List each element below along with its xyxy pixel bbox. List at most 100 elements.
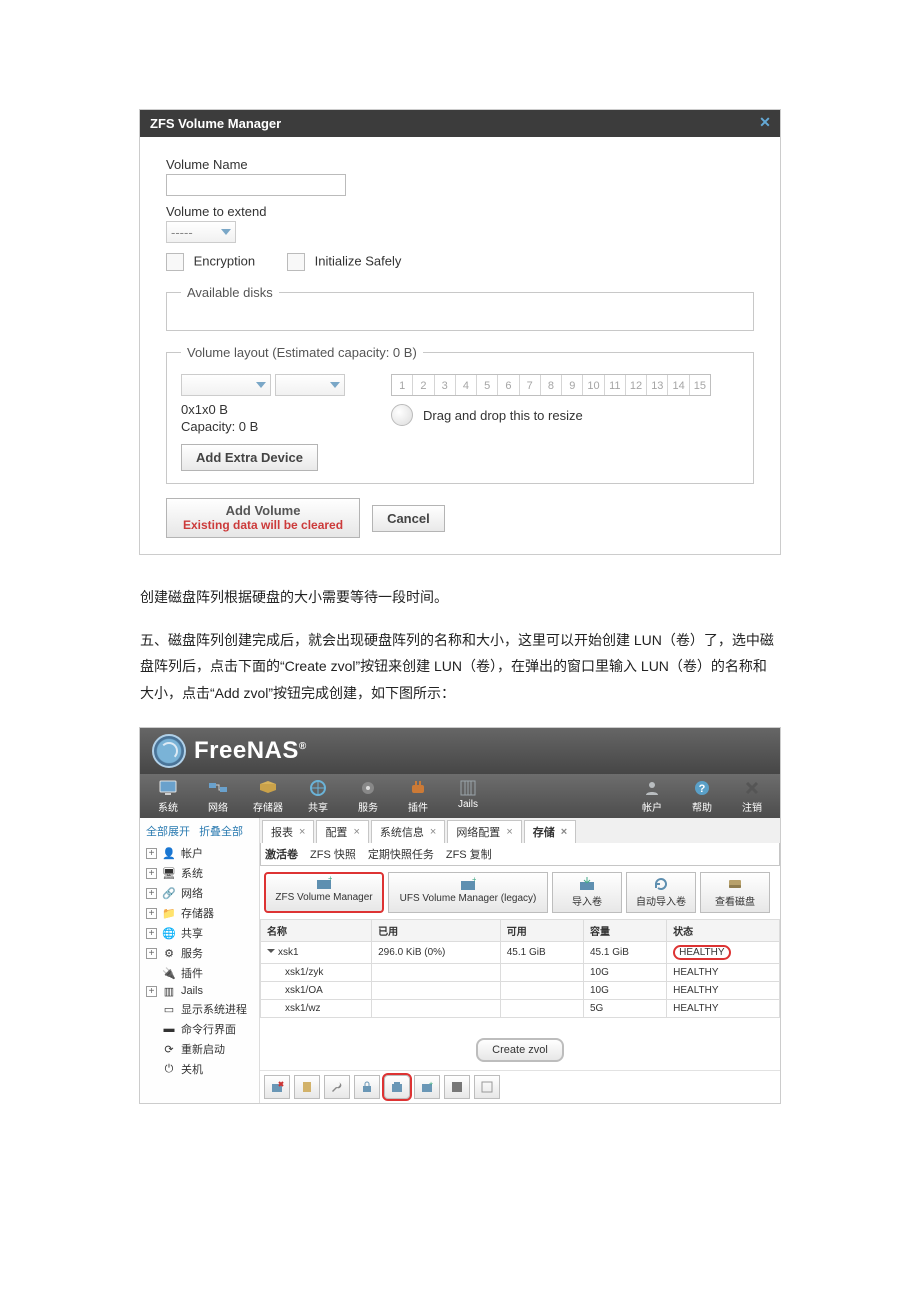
zvol-icon	[390, 1080, 404, 1094]
subtab-periodic[interactable]: 定期快照任务	[368, 846, 434, 862]
sidebar: 全部展开 折叠全部 +👤帐户 +🖥系统 +🔗网络 +📁存储器 +🌐共享 +⚙服务…	[140, 818, 260, 1103]
col-cap[interactable]: 容量	[583, 920, 666, 942]
tree-item-storage[interactable]: +📁存储器	[146, 903, 253, 923]
resize-handle-icon[interactable]	[391, 404, 413, 426]
storage-icon	[257, 778, 279, 798]
doc-paragraph-1: 创建磁盘阵列根据硬盘的大小需要等待一段时间。	[140, 584, 780, 611]
svg-text:+: +	[472, 877, 476, 884]
tool-account[interactable]: 帐户	[630, 778, 674, 814]
disk-slot-track[interactable]: 1 2 3 4 5 6 7 8 9 10 11 12 13 14	[391, 374, 711, 396]
help-icon: ?	[691, 778, 713, 798]
close-icon[interactable]: ×	[430, 826, 436, 838]
close-icon[interactable]: ✕	[756, 114, 774, 132]
layout-width-select[interactable]	[275, 374, 345, 396]
tool-network[interactable]: 网络	[196, 778, 240, 814]
close-icon[interactable]: ×	[353, 826, 359, 838]
add-volume-warning: Existing data will be cleared	[183, 518, 343, 532]
subtab-active-volume[interactable]: 激活卷	[265, 846, 298, 862]
tree-item-system[interactable]: +🖥系统	[146, 863, 253, 883]
expand-icon[interactable]: +	[146, 948, 157, 959]
layout-type-select[interactable]	[181, 374, 271, 396]
cmd-zfs-volume-manager[interactable]: + ZFS Volume Manager	[264, 872, 384, 913]
tool-logout[interactable]: 注销	[730, 778, 774, 814]
tab-settings[interactable]: 配置×	[316, 820, 368, 843]
volume-extend-select[interactable]: -----	[166, 221, 236, 243]
subtab-zfs-repl[interactable]: ZFS 复制	[446, 846, 492, 862]
tool-jails[interactable]: Jails	[446, 778, 490, 814]
expand-icon[interactable]: +	[146, 986, 157, 997]
expand-icon[interactable]: +	[146, 848, 157, 859]
expand-icon[interactable]: +	[146, 908, 157, 919]
layout-grid-value: 0x1x0 B	[181, 402, 371, 417]
cancel-button[interactable]: Cancel	[372, 505, 445, 532]
cmd-view-disks[interactable]: 查看磁盘	[700, 872, 770, 913]
tool-system[interactable]: 系统	[146, 778, 190, 814]
status-badge: HEALTHY	[673, 945, 730, 960]
add-volume-button[interactable]: Add Volume Existing data will be cleared	[166, 498, 360, 538]
collapse-caret-icon[interactable]	[267, 949, 275, 957]
expand-icon[interactable]: +	[146, 868, 157, 879]
tree-item-sysproc[interactable]: ▭显示系统进程	[146, 999, 253, 1019]
tree-item-cli[interactable]: ▬命令行界面	[146, 1019, 253, 1039]
view-status-button[interactable]	[474, 1075, 500, 1099]
bottom-actions: +	[260, 1070, 780, 1103]
tool-storage[interactable]: 存储器	[246, 778, 290, 814]
tree-item-share[interactable]: +🌐共享	[146, 923, 253, 943]
scrub-icon	[300, 1080, 314, 1094]
tree-item-reboot[interactable]: ⟳重新启动	[146, 1039, 253, 1059]
tab-sysinfo[interactable]: 系统信息×	[371, 820, 445, 843]
tool-plugins[interactable]: 插件	[396, 778, 440, 814]
view-disks-icon	[727, 877, 743, 891]
permissions-icon	[360, 1080, 374, 1094]
init-safely-checkbox[interactable]	[287, 253, 305, 271]
add-extra-device-button[interactable]: Add Extra Device	[181, 444, 318, 471]
tool-help[interactable]: ? 帮助	[680, 778, 724, 814]
cmd-import-volume[interactable]: 导入卷	[552, 872, 622, 913]
status-icon	[480, 1080, 494, 1094]
tool-share[interactable]: 共享	[296, 778, 340, 814]
scrub-button[interactable]	[294, 1075, 320, 1099]
create-zvol-button[interactable]: Create zvol	[476, 1038, 564, 1062]
permissions-button[interactable]	[354, 1075, 380, 1099]
tree-item-plugins[interactable]: 🔌插件	[146, 963, 253, 983]
subtab-zfs-snapshot[interactable]: ZFS 快照	[310, 846, 356, 862]
col-used[interactable]: 已用	[372, 920, 501, 942]
table-row[interactable]: xsk1/zyk 10G HEALTHY	[261, 964, 780, 982]
zfs-volume-manager-dialog: ZFS Volume Manager ✕ Volume Name Volume …	[140, 110, 780, 554]
expand-all-link[interactable]: 全部展开	[146, 826, 190, 838]
close-icon[interactable]: ×	[299, 826, 305, 838]
volume-grid: 名称 已用 可用 容量 状态 xsk1 296.0 KiB (0%) 45.1 …	[260, 919, 780, 1018]
col-avail[interactable]: 可用	[500, 920, 583, 942]
collapse-all-link[interactable]: 折叠全部	[199, 826, 243, 838]
change-perm-button[interactable]	[444, 1075, 470, 1099]
cmd-ufs-volume-manager[interactable]: + UFS Volume Manager (legacy)	[388, 872, 548, 913]
expand-icon[interactable]: +	[146, 928, 157, 939]
tool-services[interactable]: 服务	[346, 778, 390, 814]
available-disks-fieldset: Available disks	[166, 285, 754, 331]
tree-item-account[interactable]: +👤帐户	[146, 843, 253, 863]
options-button[interactable]	[324, 1075, 350, 1099]
cmd-auto-import[interactable]: 自动导入卷	[626, 872, 696, 913]
detach-button[interactable]	[264, 1075, 290, 1099]
col-status[interactable]: 状态	[667, 920, 780, 942]
expand-icon[interactable]: +	[146, 888, 157, 899]
volume-name-input[interactable]	[166, 174, 346, 196]
table-row[interactable]: xsk1/wz 5G HEALTHY	[261, 1000, 780, 1018]
table-row[interactable]: xsk1 296.0 KiB (0%) 45.1 GiB 45.1 GiB HE…	[261, 942, 780, 964]
close-icon[interactable]: ×	[561, 826, 567, 838]
tab-report[interactable]: 报表×	[262, 820, 314, 843]
tree-item-jails[interactable]: +▥Jails	[146, 983, 253, 999]
table-row[interactable]: xsk1/OA 10G HEALTHY	[261, 982, 780, 1000]
create-zvol-icon-button[interactable]	[384, 1075, 410, 1099]
tree-item-shutdown[interactable]: ⏻关机	[146, 1059, 253, 1079]
encryption-checkbox[interactable]	[166, 253, 184, 271]
close-icon[interactable]: ×	[506, 826, 512, 838]
tree-item-network[interactable]: +🔗网络	[146, 883, 253, 903]
tree-item-services[interactable]: +⚙服务	[146, 943, 253, 963]
add-volume-label: Add Volume	[183, 503, 343, 518]
tab-storage[interactable]: 存储×	[524, 820, 576, 843]
col-name[interactable]: 名称	[261, 920, 372, 942]
tab-netcfg[interactable]: 网络配置×	[447, 820, 521, 843]
create-dataset-button[interactable]: +	[414, 1075, 440, 1099]
layout-capacity: Capacity: 0 B	[181, 419, 371, 434]
